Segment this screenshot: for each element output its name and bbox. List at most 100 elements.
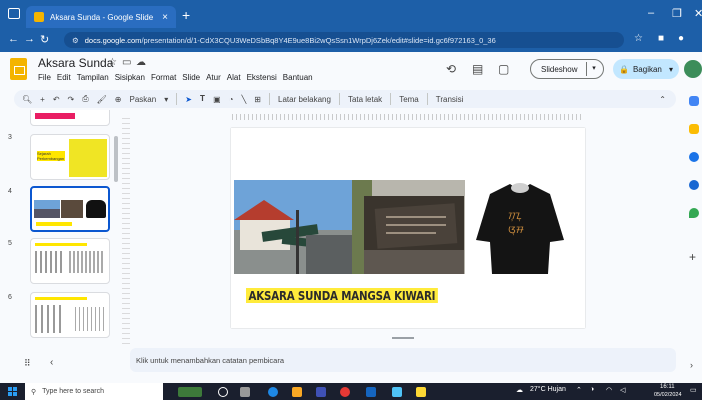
store-icon[interactable] <box>392 387 402 397</box>
meet-icon[interactable]: ▢ <box>498 62 509 76</box>
speaker-notes-field[interactable]: Klik untuk menambahkan catatan pembicara <box>130 348 676 372</box>
zoom-app-icon[interactable] <box>316 387 326 397</box>
menu-insert[interactable]: Sisipkan <box>115 73 145 82</box>
slide-thumbnail-6[interactable] <box>30 292 110 338</box>
tray-app-icon[interactable]: ◑ <box>590 386 594 393</box>
slide-thumbnail-2[interactable] <box>30 110 110 126</box>
slide-thumbnail-4[interactable] <box>30 186 110 232</box>
tab-close-icon[interactable]: × <box>162 12 168 23</box>
text-box-icon[interactable]: 𝐓 <box>200 94 205 104</box>
extension-icon[interactable]: ■ <box>658 33 664 44</box>
new-tab-button[interactable]: + <box>182 7 190 23</box>
transition-button[interactable]: Transisi <box>436 95 464 104</box>
notes-resize-handle[interactable] <box>392 337 414 339</box>
grid-view-icon[interactable]: ⠿ <box>24 358 31 369</box>
weather-icon[interactable]: ☁ <box>516 386 523 394</box>
multitask-icon[interactable] <box>240 387 250 397</box>
layout-button[interactable]: Tata letak <box>348 95 382 104</box>
redo-icon[interactable]: ↷ <box>68 95 75 104</box>
menu-file[interactable]: File <box>38 73 51 82</box>
maps-icon[interactable] <box>689 208 699 218</box>
cloud-status-icon[interactable]: ☁ <box>136 57 146 68</box>
menu-edit[interactable]: Edit <box>57 73 71 82</box>
url-field[interactable]: ⚙ docs.google.com /presentation/d/1-CdX3… <box>64 32 624 48</box>
cortana-widget-icon[interactable] <box>178 387 202 397</box>
collapse-toolbar-icon[interactable]: ⌃ <box>659 95 666 104</box>
slideshow-button[interactable]: Slideshow ▾ <box>530 59 604 79</box>
image-icon[interactable]: ▣ <box>213 95 221 104</box>
close-window-button[interactable]: ✕ <box>694 7 702 20</box>
star-icon[interactable]: ☆ <box>108 57 117 68</box>
contacts-icon[interactable] <box>689 180 699 190</box>
sticky-notes-icon[interactable] <box>416 387 426 397</box>
menu-view[interactable]: Tampilan <box>77 73 109 82</box>
background-button[interactable]: Latar belakang <box>278 95 331 104</box>
network-icon[interactable]: ◠ <box>606 386 612 394</box>
print-icon[interactable]: ⎙ <box>82 94 88 104</box>
forward-icon[interactable]: → <box>24 33 35 45</box>
line-icon[interactable]: ╲ <box>241 95 246 104</box>
select-cursor-icon[interactable]: ➤ <box>185 95 192 104</box>
slide-thumbnail-5[interactable] <box>30 238 110 284</box>
search-menus-icon[interactable]: 🔍︎ <box>22 95 32 104</box>
theme-button[interactable]: Tema <box>399 95 419 104</box>
menu-slide[interactable]: Slide <box>182 73 200 82</box>
slide-canvas[interactable]: ᮊᮥᮔᮥ ᮃᮥᮞ AKSARA SUNDA MANGSA KIWARI <box>231 128 585 328</box>
show-hidden-icons-icon[interactable]: ⌃ <box>576 386 582 394</box>
reload-icon[interactable]: ↻ <box>40 33 49 46</box>
paint-format-icon[interactable]: 🖌︎ <box>97 95 107 104</box>
filmstrip-scrollbar[interactable] <box>114 136 118 182</box>
tshirt-photo[interactable]: ᮊᮥᮔᮥ ᮃᮥᮞ <box>468 180 572 274</box>
slideshow-dropdown-icon[interactable]: ▾ <box>586 62 601 76</box>
minimize-button[interactable]: – <box>648 7 654 19</box>
chrome-icon[interactable] <box>340 387 350 397</box>
taskbar-search[interactable]: ⚲ Type here to search <box>25 383 163 400</box>
shape-icon[interactable]: ◔ <box>229 95 234 104</box>
share-button[interactable]: 🔒 Bagikan ▾ <box>613 59 679 79</box>
volume-icon[interactable]: ◁ <box>620 386 625 394</box>
weather-text[interactable]: 27°C Hujan <box>530 386 566 393</box>
collapse-filmstrip-icon[interactable]: ‹ <box>50 357 53 368</box>
show-side-panel-icon[interactable]: › <box>690 360 693 370</box>
slide-thumbnail-3[interactable]: Sejarah Perkembangan <box>30 134 110 180</box>
slides-logo-icon[interactable] <box>10 58 27 80</box>
zoom-select[interactable]: Paskan <box>130 95 157 104</box>
site-info-icon[interactable]: ⚙ <box>72 36 79 45</box>
menu-extensions[interactable]: Ekstensi <box>247 73 277 82</box>
bookmark-star-icon[interactable]: ☆ <box>634 33 643 44</box>
keep-icon[interactable] <box>689 124 699 134</box>
account-avatar[interactable] <box>684 60 702 78</box>
move-folder-icon[interactable]: ▭ <box>122 57 131 68</box>
task-view-icon[interactable] <box>218 387 228 397</box>
zoom-dropdown-icon[interactable]: ▾ <box>164 95 168 104</box>
menu-format[interactable]: Format <box>151 73 176 82</box>
new-slide-icon[interactable]: + <box>40 95 45 104</box>
undo-icon[interactable]: ↶ <box>53 95 60 104</box>
clock-time[interactable]: 16:11 <box>660 384 675 390</box>
gate-sign-photo[interactable] <box>234 180 352 274</box>
maximize-button[interactable]: ❐ <box>672 7 682 20</box>
stone-plaque-photo[interactable] <box>352 180 465 274</box>
menu-help[interactable]: Bantuan <box>283 73 313 82</box>
tab-strip-icon[interactable] <box>8 8 20 19</box>
history-icon[interactable]: ⟲ <box>446 62 456 76</box>
word-icon[interactable] <box>366 387 376 397</box>
get-addons-icon[interactable]: + <box>689 250 696 264</box>
profile-icon[interactable]: ● <box>678 33 684 44</box>
back-icon[interactable]: ← <box>8 33 19 45</box>
menu-arrange[interactable]: Atur <box>206 73 221 82</box>
clock-date[interactable]: 05/02/2024 <box>654 392 682 398</box>
tasks-icon[interactable] <box>689 152 699 162</box>
notifications-icon[interactable]: ▭ <box>690 386 697 394</box>
comments-icon[interactable]: ▤ <box>472 62 483 76</box>
browser-tab[interactable]: Aksara Sunda - Google Slide × <box>26 6 176 28</box>
menu-tools[interactable]: Alat <box>227 73 241 82</box>
comment-add-icon[interactable]: ⊞ <box>254 95 261 104</box>
file-explorer-icon[interactable] <box>292 387 302 397</box>
share-dropdown-icon[interactable]: ▾ <box>669 65 673 74</box>
zoom-icon[interactable]: ⊕ <box>115 95 122 104</box>
calendar-icon[interactable] <box>689 96 699 106</box>
windows-start-icon[interactable] <box>8 387 17 396</box>
slide-title-text[interactable]: AKSARA SUNDA MANGSA KIWARI <box>246 288 438 303</box>
document-title[interactable]: Aksara Sunda <box>38 56 113 70</box>
